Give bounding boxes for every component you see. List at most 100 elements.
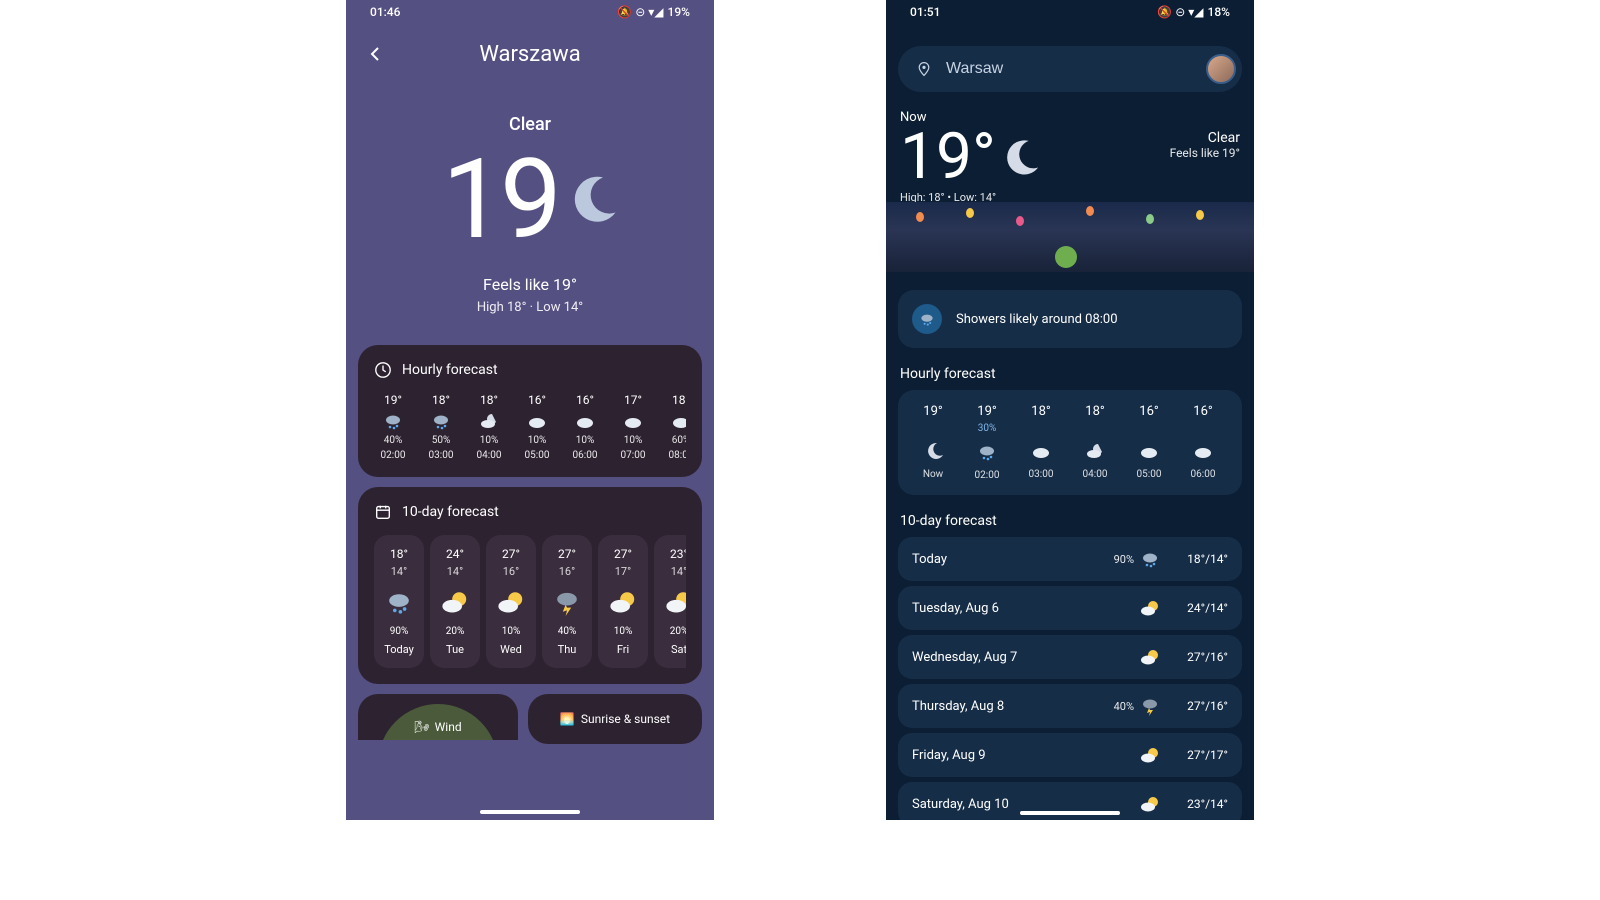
day-precip: 40% (1108, 700, 1134, 713)
wind-icon: 🌬 (414, 720, 429, 734)
notice-text: Showers likely around 08:00 (956, 312, 1118, 327)
status-bar: 01:46 🔕 ⊝ ▾◢ 19% (346, 0, 714, 24)
partly-icon (1140, 647, 1160, 667)
hour-column[interactable]: 18° 03:00 (1014, 404, 1068, 481)
hour-temp: 16° (1139, 404, 1158, 419)
status-icons: 🔕 ⊝ ▾◢ (617, 5, 663, 19)
nav-pill[interactable] (1020, 811, 1120, 815)
status-time: 01:51 (910, 5, 940, 19)
weather-notice[interactable]: Showers likely around 08:00 (898, 290, 1242, 348)
hour-column[interactable]: 16° 10% 06:00 (566, 393, 604, 461)
hour-time: 05:00 (1137, 469, 1162, 480)
hour-time: 04:00 (477, 450, 502, 461)
hour-column[interactable]: 19° 30% 02:00 (960, 404, 1014, 481)
hour-column[interactable]: 16° 10% 05:00 (518, 393, 556, 461)
day-high: 18° (390, 547, 408, 561)
day-precip: 20% (670, 626, 686, 637)
hour-time: 07:00 (621, 450, 646, 461)
hour-precip: 10% (624, 435, 643, 446)
day-temps: 23°/14° (1174, 797, 1228, 811)
hour-temp: 18° (1031, 404, 1050, 419)
cloud-icon (671, 411, 686, 431)
day-column[interactable]: 27° 17° 10% Fri (598, 535, 648, 668)
day-precip: 10% (502, 626, 521, 637)
now-block: Now 19° High: 18° • Low: 14° Clear Feels… (886, 102, 1254, 272)
hour-column[interactable]: 16° 06:00 (1176, 404, 1230, 481)
daily-forecast-card[interactable]: 10-day forecast 18° 14° 90% Today 24° 14… (358, 487, 702, 684)
day-label: Today (384, 643, 414, 656)
moon-icon (923, 441, 943, 461)
sunrise-icon: 🌅 (560, 712, 575, 726)
hour-precip: 60% (672, 435, 686, 446)
hour-temp: 17° (624, 393, 642, 407)
hour-column[interactable]: 18° 60% 08:00 (662, 393, 686, 461)
daily-forecast-list: Today 90% 18°/14° Tuesday, Aug 6 24°/14°… (886, 537, 1254, 820)
hour-time: 02:00 (381, 450, 406, 461)
day-row[interactable]: Wednesday, Aug 7 27°/16° (898, 635, 1242, 679)
day-label: Thu (558, 643, 577, 656)
day-row[interactable]: Today 90% 18°/14° (898, 537, 1242, 581)
hour-column[interactable]: 17° 10% 07:00 (614, 393, 652, 461)
partly-icon (1140, 794, 1160, 814)
daily-title: 10-day forecast (402, 504, 499, 520)
sunrise-card[interactable]: 🌅 Sunrise & sunset (528, 694, 702, 744)
hourly-forecast-card[interactable]: Hourly forecast 19° 40% 02:00 18° 50% 03… (358, 345, 702, 477)
hour-temp: 19° (977, 404, 996, 419)
status-time: 01:46 (370, 5, 400, 19)
day-high: 27° (614, 547, 632, 561)
feels-like: Feels like 19° (346, 275, 714, 294)
avatar[interactable] (1206, 54, 1236, 84)
moon-icon (1002, 139, 1040, 177)
day-low: 14° (671, 565, 686, 578)
status-bar: 01:51 🔕 ⊝ ▾◢ 18% (886, 0, 1254, 24)
wind-label: Wind (435, 720, 462, 734)
hourly-forecast-card[interactable]: 19° Now 19° 30% 02:00 18° 03:00 18° 04:0… (898, 390, 1242, 495)
wind-card[interactable]: 🌬 Wind (358, 694, 518, 740)
hour-time: 06:00 (573, 450, 598, 461)
hour-precip: 10% (576, 435, 595, 446)
hour-precip: 30% (978, 423, 997, 434)
hour-time: 02:00 (975, 470, 1000, 481)
day-row[interactable]: Thursday, Aug 8 40% 27°/16° (898, 684, 1242, 728)
cloud-moon-icon (479, 411, 499, 431)
day-column[interactable]: 24° 14° 20% Tue (430, 535, 480, 668)
day-column[interactable]: 27° 16° 10% Wed (486, 535, 536, 668)
hour-column[interactable]: 19° 40% 02:00 (374, 393, 412, 461)
hour-column[interactable]: 18° 10% 04:00 (470, 393, 508, 461)
cloud-icon (1031, 441, 1051, 461)
day-label: Wed (500, 643, 522, 656)
hour-column[interactable]: 19° Now (906, 404, 960, 481)
hour-column[interactable]: 18° 04:00 (1068, 404, 1122, 481)
day-high: 24° (446, 547, 464, 561)
storm-icon (1140, 696, 1160, 716)
daily-title: 10-day forecast (886, 495, 1254, 537)
search-bar[interactable] (898, 46, 1242, 92)
hour-column[interactable]: 18° 50% 03:00 (422, 393, 460, 461)
day-column[interactable]: 18° 14° 90% Today (374, 535, 424, 668)
rain-icon (385, 588, 413, 616)
day-row[interactable]: Friday, Aug 9 27°/17° (898, 733, 1242, 777)
calendar-icon (374, 503, 392, 521)
now-condition: Clear (1170, 130, 1240, 146)
search-input[interactable] (946, 60, 1192, 78)
hour-column[interactable]: 16° 05:00 (1122, 404, 1176, 481)
day-label: Fri (617, 643, 629, 656)
hour-time: 04:00 (1083, 469, 1108, 480)
day-column[interactable]: 27° 16° 40% Thu (542, 535, 592, 668)
day-column[interactable]: 23° 14° 20% Sat (654, 535, 686, 668)
location-pin-icon (916, 61, 932, 77)
cloud-moon-icon (1085, 441, 1105, 461)
day-row[interactable]: Tuesday, Aug 6 24°/14° (898, 586, 1242, 630)
day-temps: 18°/14° (1174, 552, 1228, 566)
nav-pill[interactable] (480, 810, 580, 814)
day-label: Friday, Aug 9 (912, 748, 1108, 763)
hour-time: 05:00 (525, 450, 550, 461)
day-low: 16° (559, 565, 575, 578)
hourly-title: Hourly forecast (402, 362, 498, 378)
day-high: 27° (558, 547, 576, 561)
big-temperature: 19 (442, 145, 558, 255)
sunrise-label: Sunrise & sunset (581, 712, 670, 726)
day-temps: 27°/16° (1174, 699, 1228, 713)
back-button[interactable] (366, 44, 386, 64)
scenery-illustration (886, 202, 1254, 272)
